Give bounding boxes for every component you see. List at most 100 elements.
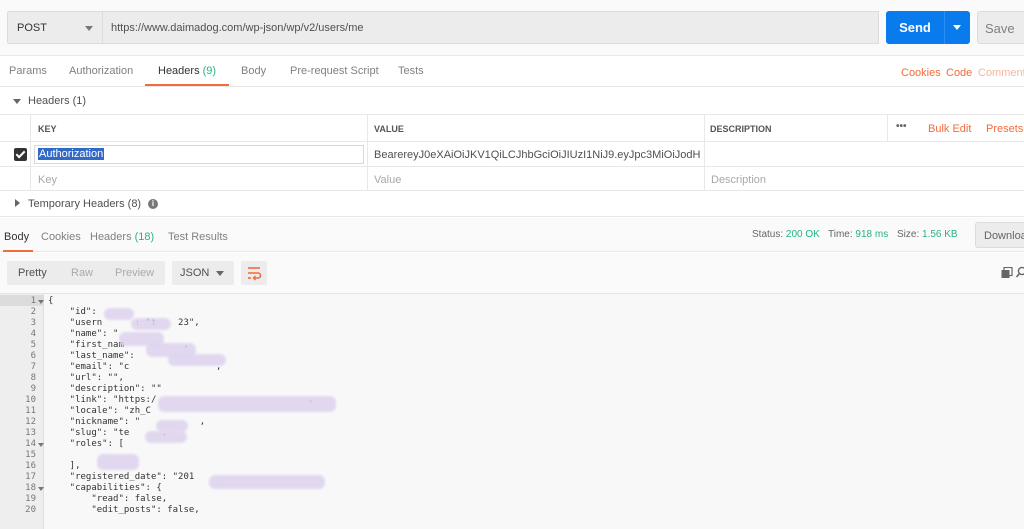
view-mode-group: Pretty Raw Preview [7,261,165,285]
active-tab-indicator [3,250,33,252]
status-value: 200 OK [785,229,820,240]
line-number: 2 [30,307,36,317]
more-options-icon[interactable]: ••• [896,121,907,132]
tab-pre-request-script[interactable]: Pre-request Script [290,65,379,77]
header-value-input[interactable]: BearereyJ0eXAiOiJKV1QiLCJhbGciOiJIUzI1Ni… [374,149,700,161]
tab-headers[interactable]: Headers (9) [158,65,216,77]
new-key-input[interactable]: Key [38,174,57,186]
line-number-gutter: 1 2 3 4 5 6 7 8 9 10 11 12 13 14 15 16 17 18 19 20 [0,294,44,529]
redaction-blur [145,431,187,443]
line-number: 11 [25,406,36,416]
request-url-bar: POST https://www.daimadog.com/wp-json/wp… [0,0,1024,56]
header-key-text: Authorization [38,148,105,160]
redaction-blur [168,354,226,366]
response-body-editor[interactable]: 1 2 3 4 5 6 7 8 9 10 11 12 13 14 15 16 17 18 19 20 { "id": … [0,293,1024,529]
method-select[interactable]: POST [7,11,103,44]
code-line: "registered_date": "201 [48,472,195,482]
chevron-down-icon [216,271,224,276]
send-options-chevron-down-icon[interactable] [953,25,961,30]
tab-response-headers-count: (18) [134,231,155,243]
headers-section-title: Headers (1) [28,95,87,107]
code-line: "locale": "zh_C [48,406,151,416]
tab-test-results[interactable]: Test Results [168,231,228,243]
download-button[interactable]: Download [975,222,1024,248]
line-number: 19 [25,494,36,504]
time-label: Time: [828,229,853,240]
description-column-header: DESCRIPTION [710,124,772,134]
copy-icon[interactable] [1001,267,1013,279]
new-description-input[interactable]: Description [711,174,766,186]
line-number: 10 [25,395,36,405]
line-number: 1 [30,296,36,306]
code-line: ], [48,461,81,471]
redaction-blur [104,308,134,320]
tab-response-cookies[interactable]: Cookies [41,231,81,243]
headers-table-header: KEY VALUE DESCRIPTION ••• Bulk Edit Pres… [0,114,1024,141]
send-button[interactable]: Send [886,11,970,44]
tab-params[interactable]: Params [9,65,47,77]
code-line: "roles": [ [48,439,124,449]
wrap-lines-button[interactable] [241,261,267,285]
tab-body[interactable]: Body [241,65,266,77]
line-number: 13 [25,428,36,438]
line-number: 12 [25,417,36,427]
active-tab-indicator [145,84,229,86]
search-icon[interactable] [1016,266,1024,278]
line-number: 18 [25,483,36,493]
size-label: Size: [897,229,920,240]
presets-link[interactable]: Presets [986,123,1023,135]
fold-toggle-icon[interactable] [38,487,44,491]
line-number: 17 [25,472,36,482]
line-number: 6 [30,351,36,361]
line-number: 15 [25,450,36,460]
raw-mode-button[interactable]: Raw [71,267,93,279]
fold-toggle-icon[interactable] [38,443,44,447]
code-line: { [48,296,54,306]
response-size: Size: 1.56 KB [897,229,958,240]
table-row: Key Value Description [0,166,1024,191]
cookies-link[interactable]: Cookies [901,67,941,79]
bulk-edit-link[interactable]: Bulk Edit [928,123,971,135]
code-link[interactable]: Code [946,67,972,79]
tab-authorization[interactable]: Authorization [69,65,133,77]
line-number: 5 [30,340,36,350]
wrap-lines-icon [248,267,262,281]
line-number: 20 [25,505,36,515]
code-line: "url": "", [48,373,124,383]
redaction-blur [209,475,325,489]
tab-response-headers-label: Headers [90,231,132,243]
key-column-header: KEY [38,124,57,134]
redaction-blur [97,454,139,470]
url-text: https://www.daimadog.com/wp-json/wp/v2/u… [111,22,364,34]
request-tabs: Params Authorization Headers (9) Body Pr… [0,57,1024,87]
new-value-input[interactable]: Value [374,174,401,186]
fold-toggle-icon[interactable] [38,300,44,304]
save-button[interactable]: Save [977,11,1024,44]
chevron-down-icon [13,99,21,104]
info-icon[interactable]: i [148,199,158,209]
tab-tests[interactable]: Tests [398,65,424,77]
comments-link[interactable]: Comment [978,67,1024,79]
pretty-mode-button[interactable]: Pretty [18,267,47,279]
format-select[interactable]: JSON [172,261,234,285]
temporary-headers-toggle[interactable]: Temporary Headers (8) i [0,191,1024,217]
headers-section-toggle[interactable]: Headers (1) [0,88,1024,114]
tab-response-headers[interactable]: Headers (18) [90,231,154,243]
url-input[interactable]: https://www.daimadog.com/wp-json/wp/v2/u… [103,11,879,44]
chevron-right-icon [15,199,20,207]
preview-mode-button[interactable]: Preview [115,267,154,279]
table-row: Authorization BearereyJ0eXAiOiJKV1QiLCJh… [0,141,1024,166]
tab-response-body[interactable]: Body [4,231,29,243]
header-enabled-checkbox[interactable] [14,148,27,161]
code-line: "edit_posts": false, [48,505,200,515]
redaction-blur [158,396,336,412]
headers-table: KEY VALUE DESCRIPTION ••• Bulk Edit Pres… [0,114,1024,191]
value-column-header: VALUE [374,124,404,134]
send-divider [944,11,945,44]
method-label: POST [17,22,47,34]
response-status: Status: 200 OK [752,229,820,240]
chevron-down-icon [85,26,93,31]
code-line: "id": [48,307,97,317]
line-number: 3 [30,318,36,328]
header-key-input[interactable]: Authorization [34,145,364,164]
